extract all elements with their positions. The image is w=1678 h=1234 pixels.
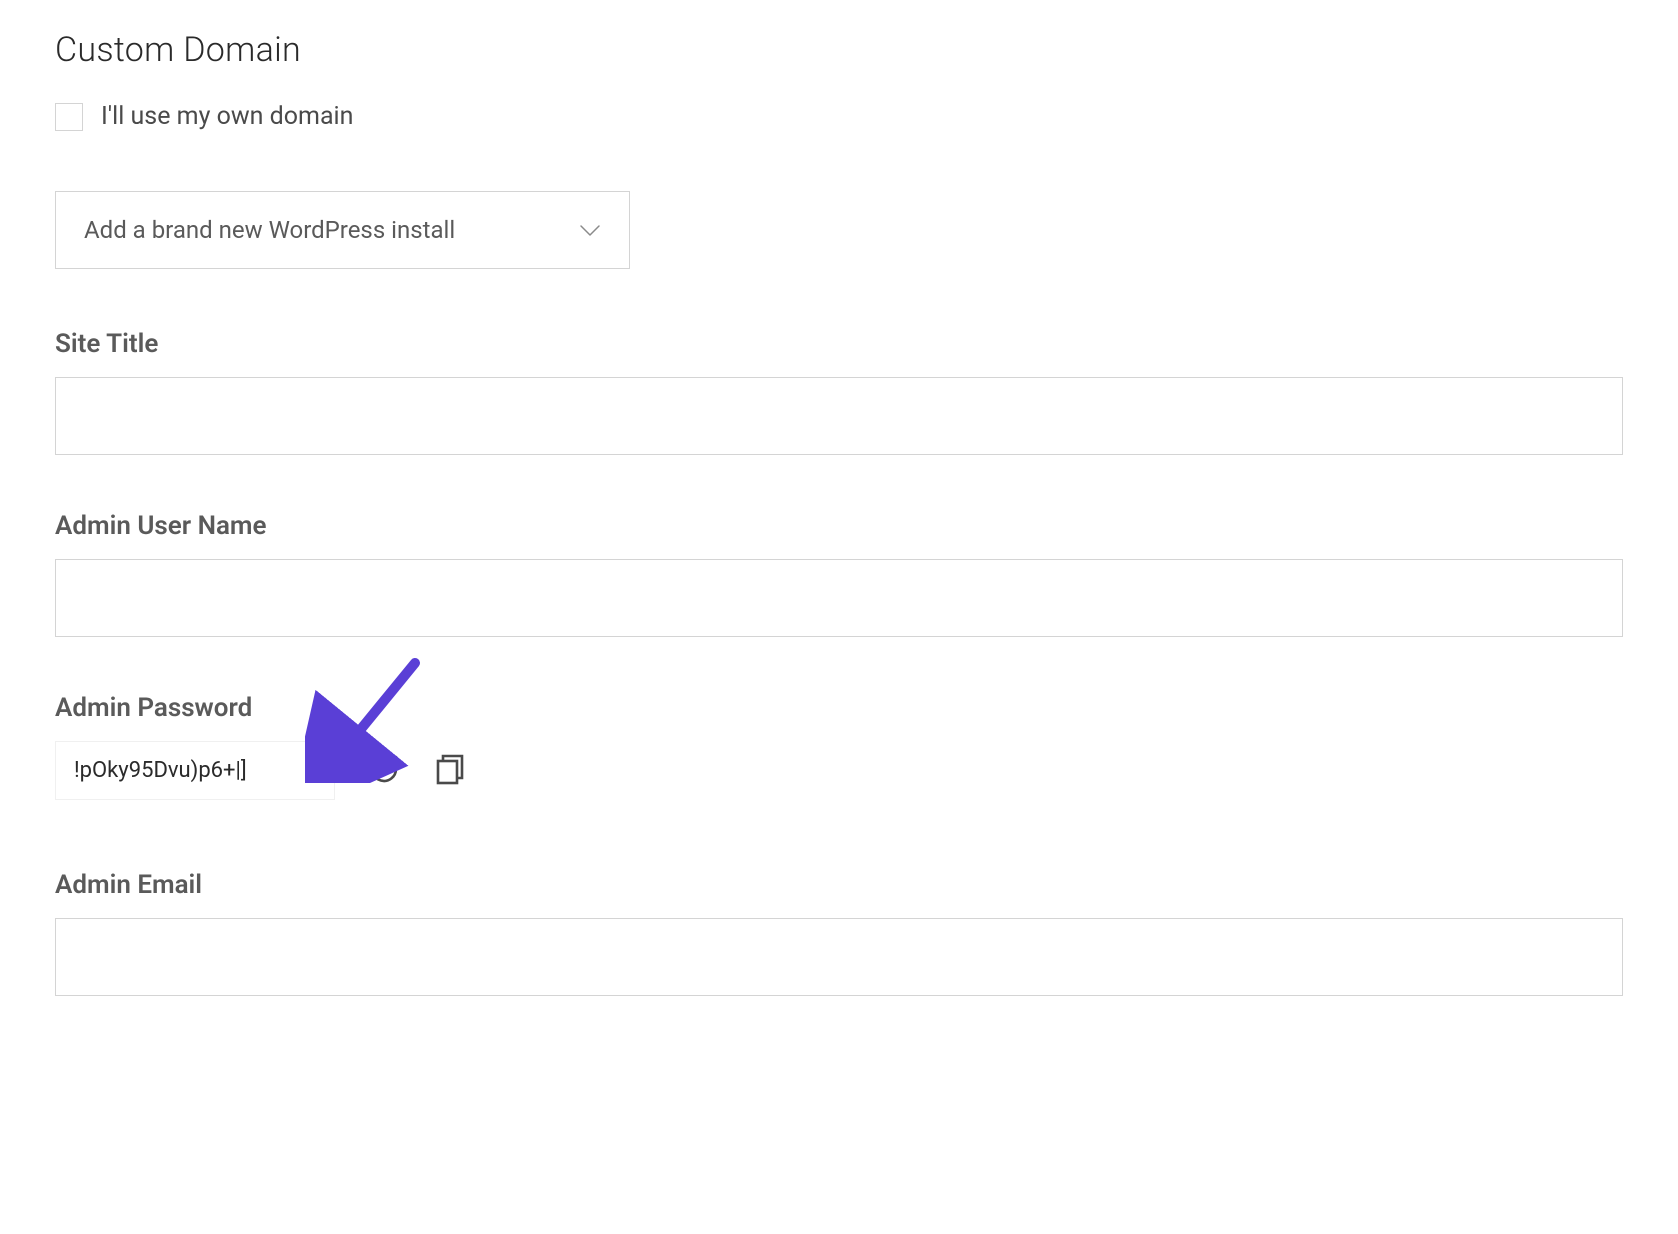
copy-password-button[interactable] bbox=[429, 748, 471, 793]
admin-password-label: Admin Password bbox=[55, 693, 1623, 723]
refresh-icon bbox=[367, 752, 401, 789]
install-select-container: Add a brand new WordPress install bbox=[55, 191, 630, 269]
custom-domain-heading: Custom Domain bbox=[55, 30, 1623, 70]
own-domain-checkbox[interactable] bbox=[55, 103, 83, 131]
admin-username-group: Admin User Name bbox=[55, 511, 1623, 637]
custom-domain-section: Custom Domain I'll use my own domain bbox=[55, 30, 1623, 131]
site-title-label: Site Title bbox=[55, 329, 1623, 359]
site-title-group: Site Title bbox=[55, 329, 1623, 455]
chevron-down-icon bbox=[579, 216, 601, 244]
admin-password-group: Admin Password !pOky95Dvu)p6+|] bbox=[55, 693, 1623, 800]
copy-icon bbox=[433, 752, 467, 789]
install-type-select[interactable]: Add a brand new WordPress install bbox=[55, 191, 630, 269]
install-type-selected-label: Add a brand new WordPress install bbox=[84, 216, 455, 244]
own-domain-checkbox-row: I'll use my own domain bbox=[55, 102, 1623, 131]
admin-email-label: Admin Email bbox=[55, 870, 1623, 900]
admin-email-group: Admin Email bbox=[55, 870, 1623, 996]
own-domain-label: I'll use my own domain bbox=[101, 102, 353, 131]
admin-password-value[interactable]: !pOky95Dvu)p6+|] bbox=[55, 741, 335, 800]
admin-username-input[interactable] bbox=[55, 559, 1623, 637]
admin-email-input[interactable] bbox=[55, 918, 1623, 996]
regenerate-password-button[interactable] bbox=[363, 748, 405, 793]
site-title-input[interactable] bbox=[55, 377, 1623, 455]
admin-username-label: Admin User Name bbox=[55, 511, 1623, 541]
